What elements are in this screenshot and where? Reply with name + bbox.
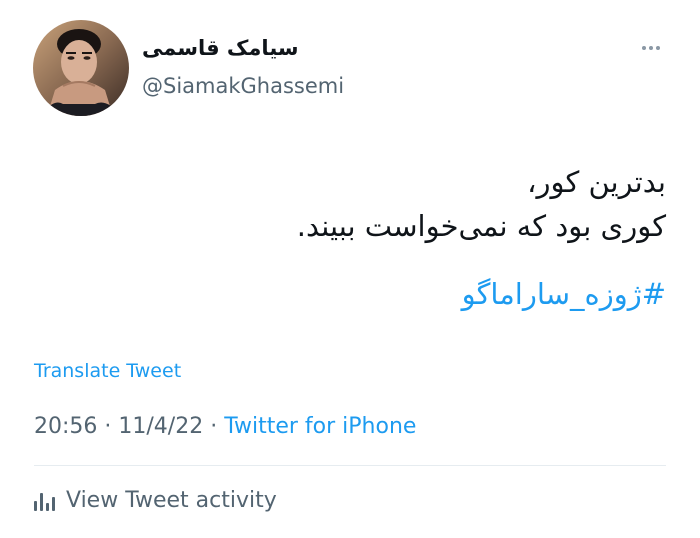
avatar[interactable] [33, 20, 129, 116]
tweet-text-line: کوری بود که نمی‌خواست ببیند. [296, 209, 666, 243]
meta-separator: · [203, 414, 225, 439]
ellipsis-icon [656, 46, 660, 50]
tweet-card: سیامک قاسمی @SiamakGhassemi بدترین کور، … [0, 0, 700, 538]
bar-chart-icon [34, 491, 58, 511]
profile-photo-icon [33, 20, 129, 116]
tweet-date[interactable]: 11/4/22 [118, 414, 203, 439]
author-display-name[interactable]: سیامک قاسمی [142, 34, 299, 62]
tweet-text-line: بدترین کور، [527, 165, 666, 199]
tweet-text: بدترین کور، کوری بود که نمی‌خواست ببیند. [46, 160, 666, 248]
tweet-metadata: 20:56 · 11/4/22 · Twitter for iPhone [34, 412, 416, 442]
hashtag-link[interactable]: #ژوزه_ساراماگو [462, 272, 666, 316]
divider [34, 465, 666, 466]
author-handle[interactable]: @SiamakGhassemi [142, 72, 344, 100]
more-options-button[interactable] [636, 38, 666, 58]
translate-tweet-link[interactable]: Translate Tweet [34, 358, 181, 384]
tweet-source-link[interactable]: Twitter for iPhone [224, 414, 416, 439]
ellipsis-icon [642, 46, 646, 50]
meta-separator: · [97, 414, 119, 439]
view-tweet-activity-button[interactable]: View Tweet activity [34, 486, 277, 516]
ellipsis-icon [649, 46, 653, 50]
view-tweet-activity-label: View Tweet activity [66, 488, 277, 513]
tweet-time[interactable]: 20:56 [34, 414, 97, 439]
